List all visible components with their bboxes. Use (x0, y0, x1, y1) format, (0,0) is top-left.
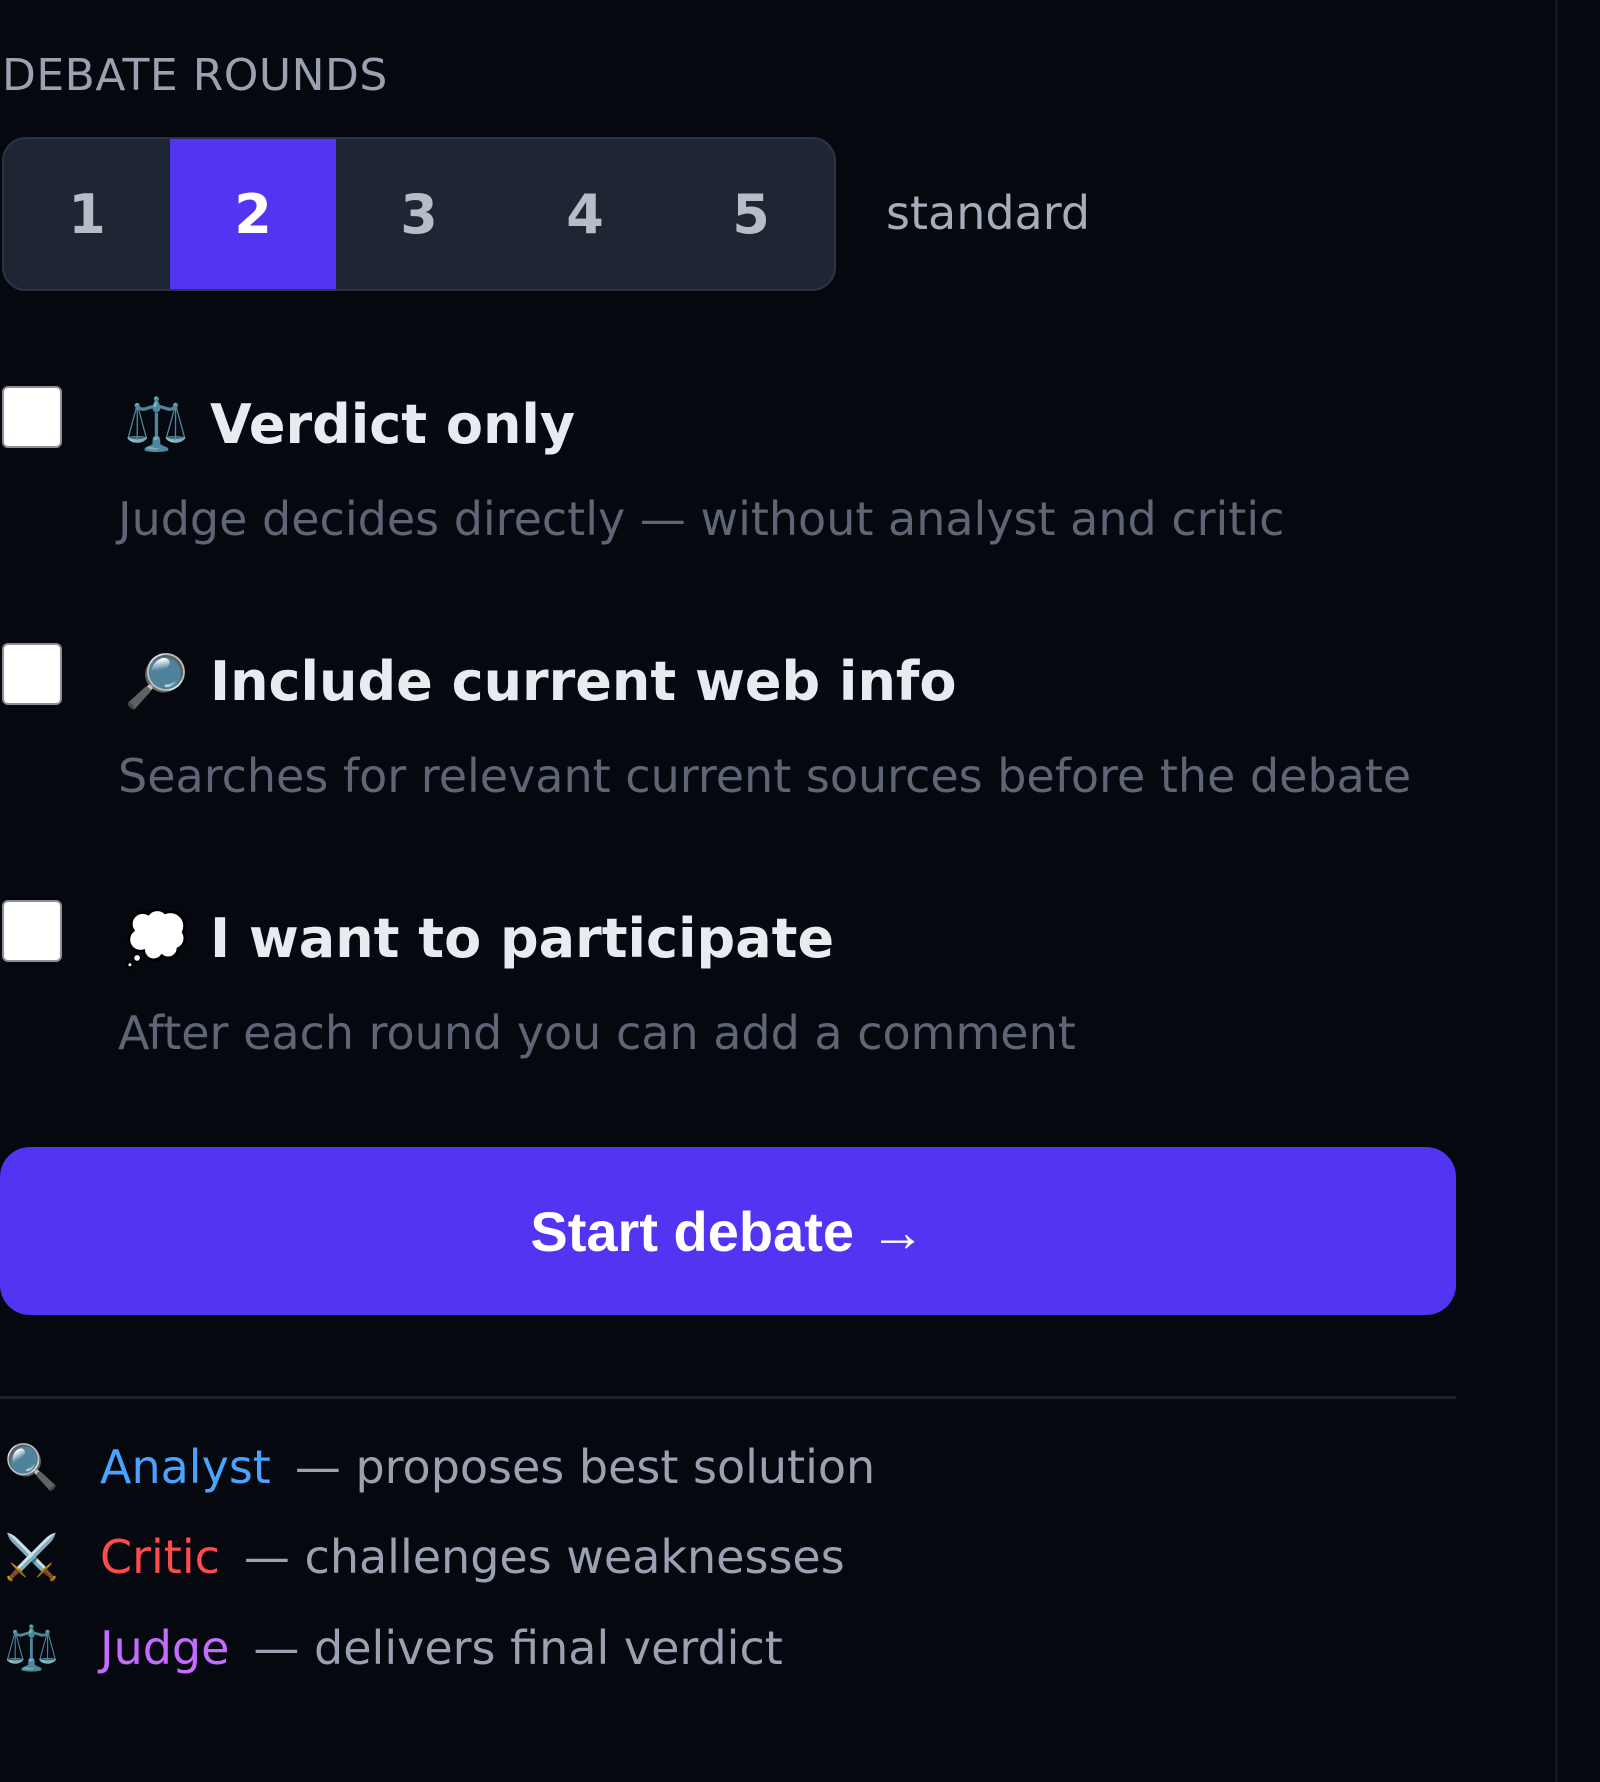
role-critic-name: Critic (100, 1530, 220, 1584)
round-option-1[interactable]: 1 (4, 139, 170, 289)
rounds-hint: standard (886, 186, 1091, 240)
role-judge-description: — delivers final verdict (253, 1621, 783, 1675)
role-analyst-name: Analyst (100, 1440, 271, 1494)
debate-rounds-title: DEBATE ROUNDS (2, 50, 388, 101)
verdict-only-checkbox[interactable] (2, 386, 62, 448)
role-analyst-description: — proposes best solution (294, 1440, 876, 1494)
round-option-2[interactable]: 2 (170, 139, 336, 289)
role-critic-description: — challenges weaknesses (243, 1530, 845, 1584)
thought-bubble-icon: 💭 (124, 909, 189, 969)
rounds-segmented-control: 1 2 3 4 5 (2, 137, 836, 291)
web-info-description: Searches for relevant current sources be… (118, 749, 1412, 803)
verdict-only-label[interactable]: Verdict only (210, 394, 575, 456)
scales-icon: ⚖️ (124, 395, 189, 455)
role-judge-name: Judge (100, 1621, 230, 1675)
round-option-4[interactable]: 4 (502, 139, 668, 289)
web-info-label[interactable]: Include current web info (210, 651, 956, 713)
magnifier-icon: 🔍 (4, 1442, 59, 1493)
divider (0, 1396, 1456, 1399)
crossed-swords-icon: ⚔️ (4, 1532, 59, 1583)
magnifier-icon: 🔎 (124, 652, 189, 712)
participate-description: After each round you can add a comment (118, 1006, 1076, 1060)
scales-icon: ⚖️ (4, 1623, 59, 1674)
role-judge: ⚖️ Judge — delivers final verdict (0, 1618, 783, 1678)
option-verdict-only: ⚖️ Verdict only Judge decides directly —… (0, 386, 1500, 586)
role-analyst: 🔍 Analyst — proposes best solution (0, 1437, 875, 1497)
web-info-checkbox[interactable] (2, 643, 62, 705)
verdict-only-description: Judge decides directly — without analyst… (118, 492, 1285, 546)
round-option-3[interactable]: 3 (336, 139, 502, 289)
settings-panel: DEBATE ROUNDS 1 2 3 4 5 standard ⚖️ Verd… (0, 0, 1556, 1782)
round-option-5[interactable]: 5 (668, 139, 834, 289)
option-participate: 💭 I want to participate After each round… (0, 900, 1500, 1100)
option-web-info: 🔎 Include current web info Searches for … (0, 643, 1500, 843)
adjacent-panel (1558, 0, 1600, 1782)
participate-checkbox[interactable] (2, 900, 62, 962)
start-debate-button[interactable]: Start debate → (0, 1147, 1456, 1315)
participate-label[interactable]: I want to participate (210, 908, 834, 970)
role-critic: ⚔️ Critic — challenges weaknesses (0, 1527, 845, 1587)
